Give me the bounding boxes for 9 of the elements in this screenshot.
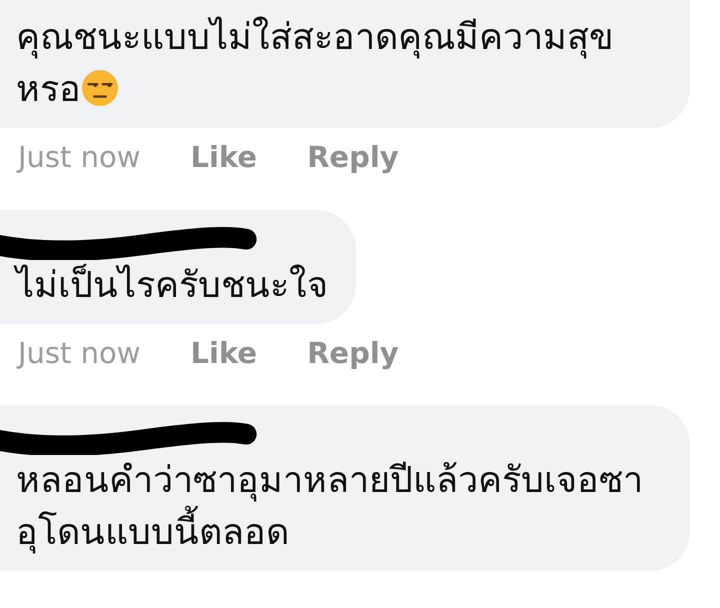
- timestamp: Just now: [18, 334, 140, 372]
- reply-link[interactable]: Reply: [307, 136, 399, 180]
- comment-text: ไม่เป็นไรครับชนะใจ: [16, 264, 328, 306]
- like-link[interactable]: Like: [190, 136, 258, 180]
- timestamp: Just now: [18, 139, 140, 176]
- comment-text: หลอนคำว่าซาอุมาหลายปีแล้วครับเจอซาอุโดนแบบนี้ตลอด: [16, 460, 643, 553]
- reply-link[interactable]: Reply: [307, 332, 399, 375]
- like-link[interactable]: Like: [190, 332, 258, 375]
- comment-text: คุณชนะแบบไม่ใส่สะอาดคุณมีความสุขหรอ: [16, 17, 614, 110]
